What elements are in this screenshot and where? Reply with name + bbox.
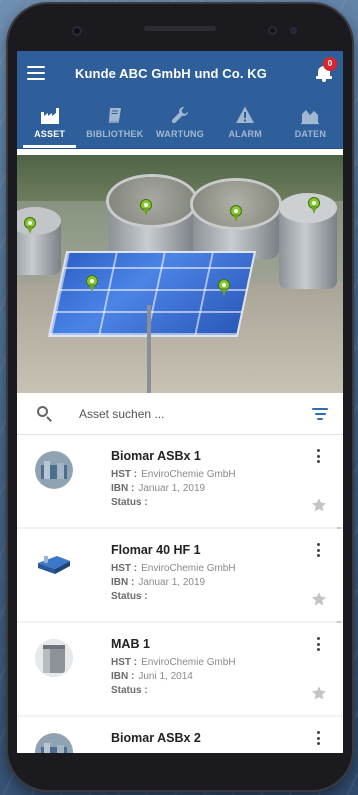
phone-top-bezel (8, 4, 352, 54)
asset-ibn: Juni 1, 2014 (138, 671, 193, 682)
factory-icon (40, 107, 59, 124)
phone-bottom-bezel (16, 754, 344, 782)
speaker-grille (144, 26, 216, 31)
tab-daten-label: DATEN (294, 128, 327, 139)
phone-frame: Kunde ABC GmbH und Co. KG 0 ASSET BIBLIO… (8, 4, 352, 790)
app-screen: Kunde ABC GmbH und Co. KG 0 ASSET BIBLIO… (17, 51, 343, 753)
asset-thumbnail (35, 733, 73, 753)
notification-bell-icon[interactable]: 0 (315, 57, 337, 83)
asset-ibn: Januar 1, 2019 (138, 577, 206, 588)
app-title: Kunde ABC GmbH und Co. KG (75, 65, 267, 81)
sensor-secondary-icon (290, 27, 297, 34)
tab-alarm-label: ALARM (228, 128, 262, 139)
asset-name: Biomar ASBx 2 (111, 731, 201, 745)
tab-wartung[interactable]: WARTUNG (147, 95, 212, 148)
asset-name: MAB 1 (111, 637, 150, 651)
tab-asset[interactable]: ASSET (17, 95, 82, 148)
map-pin-icon[interactable] (217, 279, 231, 297)
asset-card[interactable]: MAB 1 HST : EnviroChemie GmbH IBN : Juni 1… (17, 623, 343, 715)
asset-hst: EnviroChemie GmbH (141, 469, 236, 480)
sensor-icon (268, 26, 277, 35)
more-vert-icon[interactable] (317, 637, 321, 651)
map-pin-icon[interactable] (85, 275, 99, 293)
asset-search-input[interactable] (79, 406, 311, 421)
app-bar: Kunde ABC GmbH und Co. KG 0 (17, 51, 343, 95)
chart-area-icon (301, 109, 320, 124)
tab-bibliothek-label: BIBLIOTHEK (86, 128, 144, 139)
tab-bar: ASSET BIBLIOTHEK WARTUNG ALARM DATEN (17, 95, 343, 149)
asset-ibn: Januar 1, 2019 (138, 483, 206, 494)
warning-icon (236, 106, 255, 123)
asset-card[interactable]: Biomar ASBx 1 HST : EnviroChemie GmbH IBN… (17, 435, 343, 527)
asset-name: Biomar ASBx 1 (111, 449, 201, 463)
asset-name: Flomar 40 HF 1 (111, 543, 201, 557)
wrench-icon (171, 106, 188, 123)
more-vert-icon[interactable] (317, 543, 321, 557)
search-icon[interactable] (37, 405, 53, 422)
menu-icon[interactable] (27, 66, 45, 80)
more-vert-icon[interactable] (317, 731, 321, 745)
tab-alarm[interactable]: ALARM (213, 95, 278, 148)
map-pin-icon[interactable] (139, 199, 153, 217)
tab-wartung-label: WARTUNG (156, 128, 204, 139)
star-icon[interactable] (311, 685, 327, 701)
asset-thumbnail (35, 451, 73, 489)
asset-thumbnail (35, 639, 73, 677)
map-pin-icon[interactable] (23, 217, 37, 235)
tab-bibliothek[interactable]: BIBLIOTHEK (82, 95, 147, 148)
asset-list[interactable]: Biomar ASBx 1 HST : EnviroChemie GmbH IBN… (17, 435, 343, 753)
star-icon[interactable] (311, 591, 327, 607)
filter-icon[interactable] (311, 407, 329, 420)
book-icon (108, 107, 121, 123)
asset-hst: EnviroChemie GmbH (141, 657, 236, 668)
more-vert-icon[interactable] (317, 449, 321, 463)
asset-card[interactable]: Flomar 40 HF 1 HST : EnviroChemie GmbH IB… (17, 529, 343, 621)
star-icon[interactable] (311, 497, 327, 513)
map-pin-icon[interactable] (307, 197, 321, 215)
asset-search-bar (17, 393, 343, 435)
notification-badge: 0 (323, 57, 337, 71)
plant-aerial-photo[interactable] (17, 155, 343, 393)
tab-asset-label: ASSET (34, 128, 66, 139)
map-pin-icon[interactable] (229, 205, 243, 223)
asset-hst: EnviroChemie GmbH (141, 563, 236, 574)
tab-daten[interactable]: DATEN (278, 95, 343, 148)
asset-card[interactable]: Biomar ASBx 2 (17, 717, 343, 753)
asset-thumbnail (35, 545, 73, 583)
front-camera-icon (72, 26, 82, 36)
